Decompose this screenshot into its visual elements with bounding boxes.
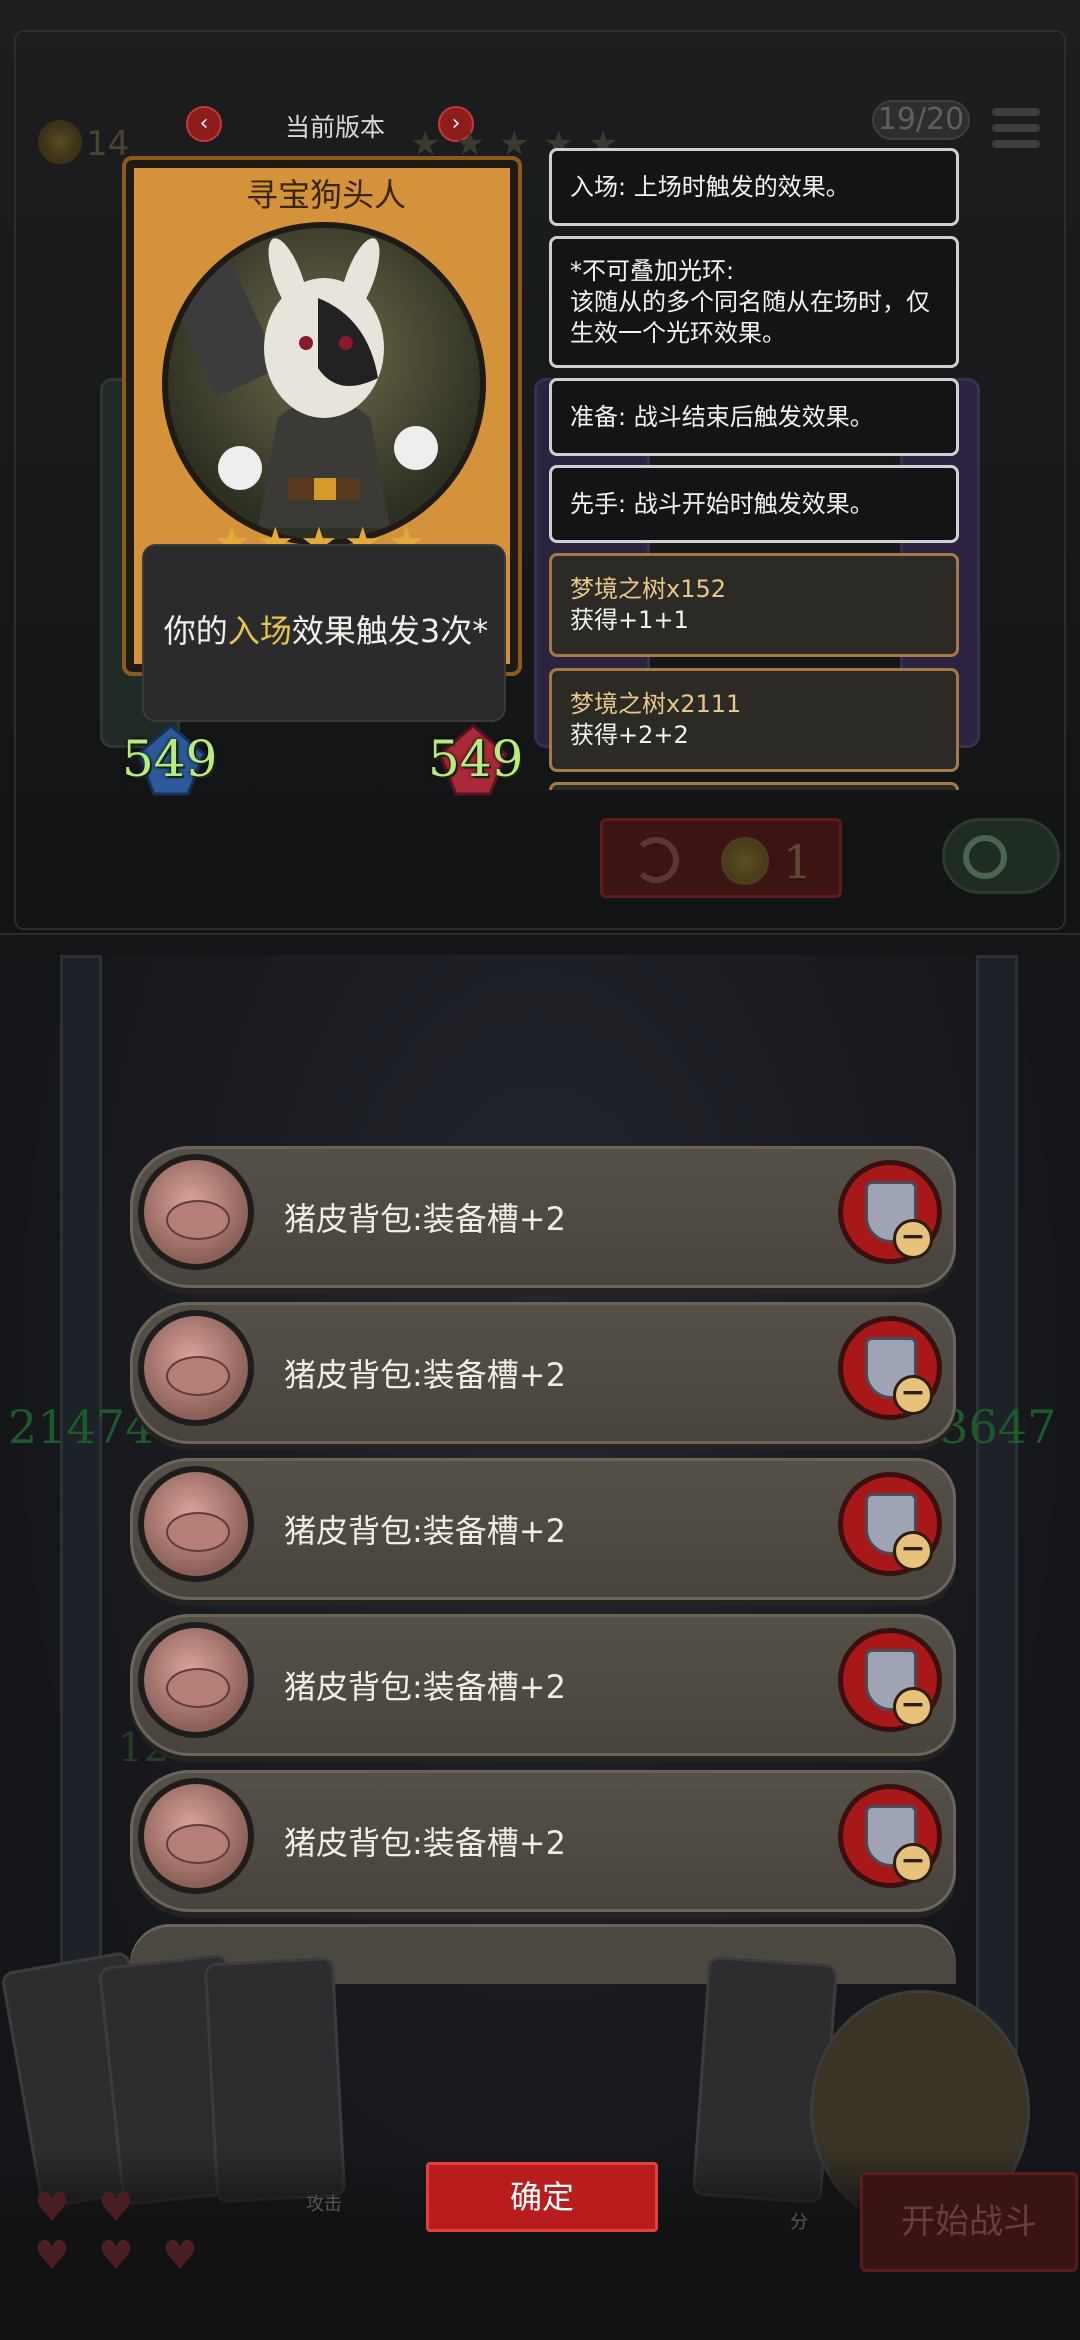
remove-equipment-button[interactable]: − <box>838 1316 942 1420</box>
remove-equipment-button[interactable]: − <box>838 1472 942 1576</box>
equipment-label: 猪皮背包:装备槽+2 <box>284 1512 566 1550</box>
card-portrait <box>162 222 486 546</box>
remove-equipment-button[interactable]: − <box>838 1784 942 1888</box>
refresh-icon <box>633 837 679 883</box>
pig-backpack-icon <box>138 1466 254 1582</box>
start-battle-button[interactable]: 开始战斗 <box>860 2172 1078 2272</box>
equipment-label: 猪皮背包:装备槽+2 <box>284 1668 566 1706</box>
equipment-row[interactable]: 猪皮背包:装备槽+2 − <box>130 1458 956 1600</box>
minus-icon: − <box>893 1843 933 1883</box>
search-icon <box>963 835 1007 879</box>
tooltip-text: 入场: 上场时触发的效果。 <box>570 172 850 201</box>
board-number: 21474 <box>8 1400 155 1454</box>
board-pillar <box>976 955 1018 2135</box>
minus-icon: − <box>893 1531 933 1571</box>
gold-coin-icon <box>721 837 769 885</box>
minus-icon: − <box>893 1687 933 1727</box>
desc-keyword: 入场 <box>227 612 292 650</box>
refresh-shop-button[interactable]: 1 <box>600 818 842 898</box>
version-prev-button[interactable]: ‹ <box>186 106 222 142</box>
buff-text: 获得+1+1 <box>570 606 689 634</box>
keyword-tooltip: 先手: 战斗开始时触发效果。 <box>549 465 959 543</box>
attack-value: 549 <box>122 730 218 788</box>
card-description-text: 你的入场效果触发3次* <box>144 606 508 652</box>
minion-card: 寻宝狗头人 ★★★★★ 你的入场效果触发3次* 549 549 <box>122 156 532 796</box>
tooltip-text: 准备: 战斗结束后触发效果。 <box>570 402 874 431</box>
desc-text: 你的 <box>163 612 228 650</box>
card-name: 寻宝狗头人 <box>245 176 406 214</box>
heart-icon: ♥ <box>34 2185 70 2231</box>
slot-label: 攻击 <box>306 2194 342 2215</box>
remove-equipment-button[interactable]: − <box>838 1160 942 1264</box>
tooltip-text: 先手: 战斗开始时触发效果。 <box>570 489 874 518</box>
heart-icon: ♥ <box>98 2233 134 2279</box>
pig-backpack-icon <box>138 1778 254 1894</box>
buff-tooltip: 梦境之树x2111 获得+2+2 <box>549 668 959 772</box>
equipment-label: 猪皮背包:装备槽+2 <box>284 1824 566 1862</box>
kobold-portrait-icon <box>168 238 438 528</box>
menu-icon[interactable] <box>992 108 1040 154</box>
equipment-row[interactable]: 猪皮背包:装备槽+2 − <box>130 1146 956 1288</box>
equipment-row[interactable]: 猪皮背包:装备槽+2 − <box>130 1614 956 1756</box>
minus-icon: − <box>893 1219 933 1259</box>
buff-title: 梦境之树x2111 <box>570 690 742 718</box>
card-description: 你的入场效果触发3次* <box>142 544 506 722</box>
buff-title: 梦境之树x152 <box>570 575 727 603</box>
pig-backpack-icon <box>138 1622 254 1738</box>
buff-tooltip: 梦境之树x152 获得+1+1 <box>549 553 959 657</box>
round-counter: 19/20 <box>872 100 970 140</box>
refresh-cost: 1 <box>783 835 813 889</box>
equipment-row[interactable]: 猪皮背包:装备槽+2 − <box>130 1770 956 1912</box>
pig-backpack-icon <box>138 1154 254 1270</box>
pig-backpack-icon <box>138 1310 254 1426</box>
buff-text: 获得+2+2 <box>570 721 689 749</box>
minus-icon: − <box>893 1375 933 1415</box>
heart-icon: ♥ <box>162 2233 198 2279</box>
equipment-label: 猪皮背包:装备槽+2 <box>284 1200 566 1238</box>
card-detail-panel: 14 ‹ 当前版本 › ★★★★★ 19/20 寻宝狗头人 ★★★★★ 你的入场… <box>0 0 1080 935</box>
equipment-label: 猪皮背包:装备槽+2 <box>284 1356 566 1394</box>
keyword-tooltip: 入场: 上场时触发的效果。 <box>549 148 959 226</box>
version-label: 当前版本 <box>284 113 385 142</box>
confirm-button[interactable]: 确定 <box>426 2162 658 2232</box>
heart-icon: ♥ <box>34 2233 70 2279</box>
search-button[interactable] <box>942 818 1060 894</box>
heart-icon: ♥ <box>98 2185 134 2231</box>
crown-coin-icon <box>38 120 82 164</box>
keyword-tooltip: *不可叠加光环: 该随从的多个同名随从在场时，仅生效一个光环效果。 <box>549 236 959 368</box>
equipment-row[interactable]: 猪皮背包:装备槽+2 − <box>130 1302 956 1444</box>
tooltip-body: 梦境之树x152 获得+1+1 <box>570 574 726 636</box>
health-value: 549 <box>428 730 524 788</box>
keyword-tooltip: 准备: 战斗结束后触发效果。 <box>549 378 959 456</box>
tooltip-body: 梦境之树x2111 获得+2+2 <box>570 689 741 751</box>
desc-text: 效果触发3次* <box>291 612 489 650</box>
tooltip-text: *不可叠加光环: 该随从的多个同名随从在场时，仅生效一个光环效果。 <box>570 256 930 347</box>
slot-label: 分 <box>790 2212 808 2233</box>
buff-tooltip-partial <box>549 782 959 790</box>
remove-equipment-button[interactable]: − <box>838 1628 942 1732</box>
